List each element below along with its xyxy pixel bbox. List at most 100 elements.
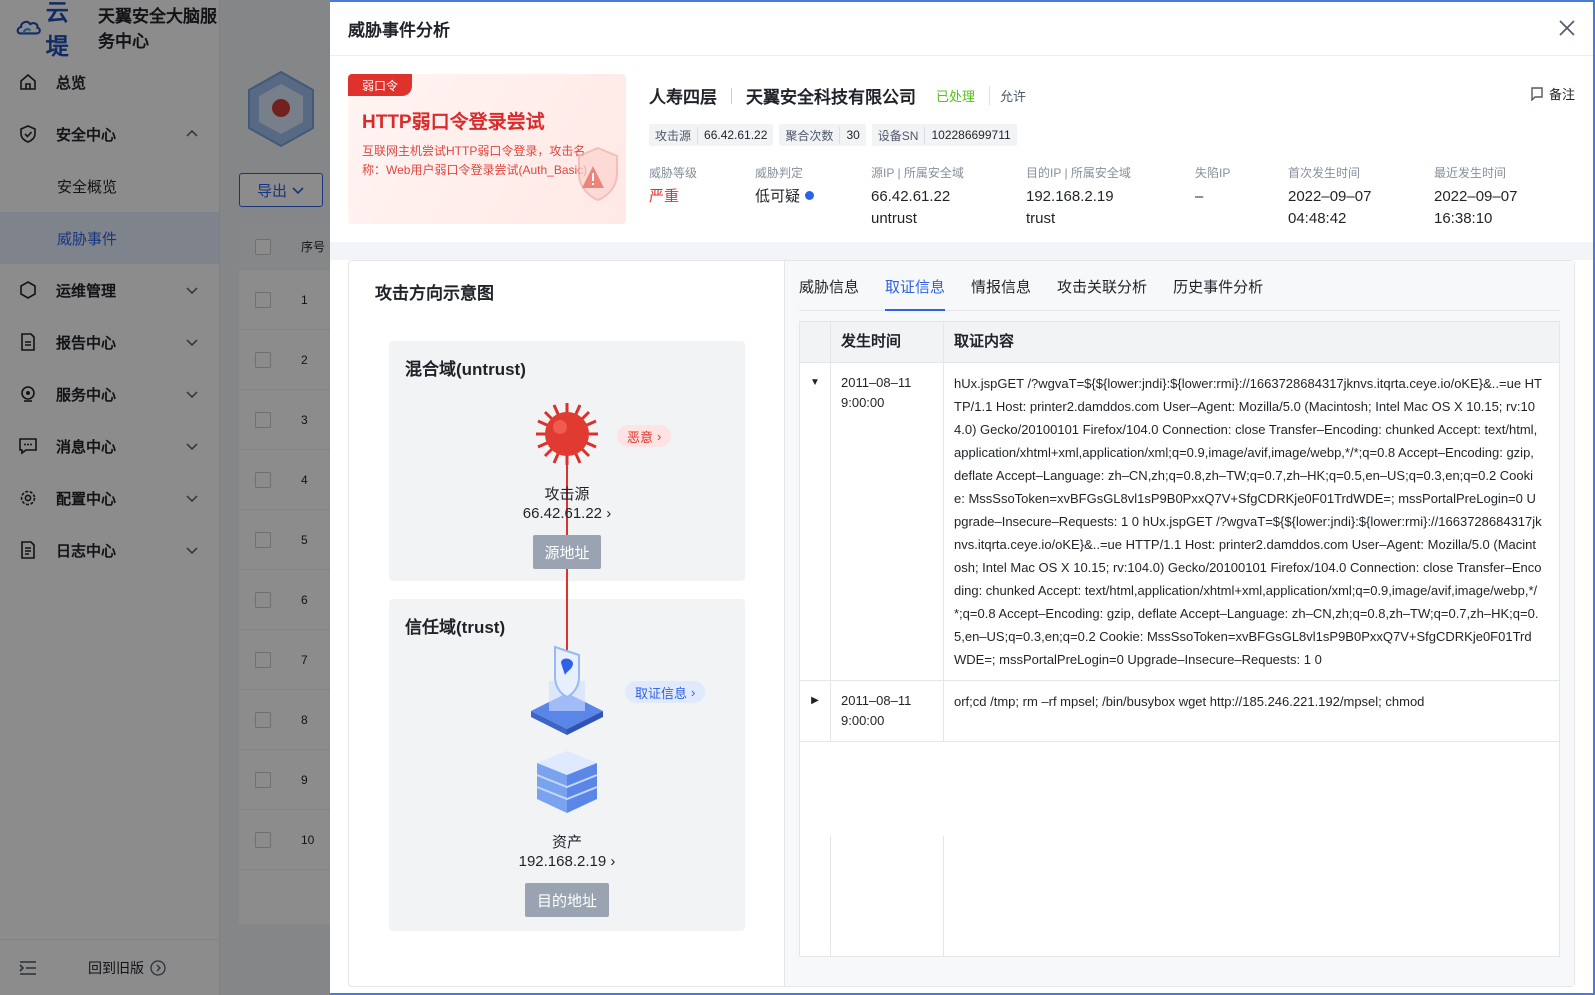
chevron-right-icon: › [610, 853, 616, 870]
asset-server-icon [536, 751, 598, 813]
chip-attack-source: 攻击源 66.42.61.22 [649, 124, 774, 146]
tab-intelligence-info[interactable]: 情报信息 [971, 261, 1031, 310]
field-label: 源IP | 所属安全域 [871, 166, 964, 180]
field-value: 严重 [649, 188, 680, 205]
field-value: 66.42.61.22 untrust [871, 186, 964, 230]
asset-ip: 192.168.2.19 [518, 853, 607, 870]
chevron-right-icon: › [657, 428, 662, 444]
diagram-title: 攻击方向示意图 [375, 284, 494, 303]
drawer-header: 威胁事件分析 [330, 2, 1593, 56]
destination-ip: 192.168.2.19 [1026, 188, 1114, 205]
expand-column-header [800, 322, 830, 362]
event-summary: 弱口令 HTTP弱口令登录尝试 互联网主机尝试HTTP弱口令登录，攻击名称：We… [348, 74, 1593, 244]
table-row: ▶ 2011–08–11 9:00:00 orf;cd /tmp; rm –rf … [800, 680, 1559, 742]
source-ip: 66.42.61.22 [871, 188, 951, 205]
column-header-content: 取证内容 [943, 322, 1559, 362]
destination-zone: trust [1026, 210, 1056, 227]
chip-device-sn: 设备SN 102286699711 [871, 124, 1017, 146]
row-content: orf;cd /tmp; rm –rf mpsel; /bin/busybox … [943, 681, 1559, 741]
tab-attack-correlation[interactable]: 攻击关联分析 [1057, 261, 1147, 310]
tab-evidence-info[interactable]: 取证信息 [885, 261, 946, 311]
filler-cell [830, 836, 943, 956]
attacker-ip-link[interactable]: 66.42.61.22 › [477, 505, 657, 522]
field-value-wrap: 低可疑 [755, 186, 815, 208]
table-row: ▼ 2011–08–11 9:00:00 hUx.jspGET /?wgvaT=$… [800, 362, 1559, 680]
tab-history-events[interactable]: 历史事件分析 [1173, 261, 1263, 310]
field-label: 目的IP | 所属安全域 [1026, 166, 1131, 180]
table-empty-area [800, 836, 1559, 956]
field-label: 威胁判定 [755, 166, 804, 180]
source-address-button[interactable]: 源地址 [533, 535, 601, 569]
malicious-tag[interactable]: 恶意 › [617, 425, 672, 447]
filler-cell [800, 836, 830, 956]
evidence-info-tag[interactable]: 取证信息 › [625, 681, 706, 703]
asset-label: 资产 [551, 834, 582, 851]
threat-type-title: HTTP弱口令登录尝试 [362, 112, 545, 133]
tab-threat-info[interactable]: 威胁信息 [799, 261, 859, 310]
asset-ip-link[interactable]: 192.168.2.19 › [477, 853, 657, 870]
close-icon [1559, 20, 1575, 36]
title-divider [731, 87, 732, 104]
threat-type-description: 互联网主机尝试HTTP弱口令登录，攻击名称：Web用户弱口令登录尝试(Auth_… [362, 144, 588, 177]
expand-row-caret-icon[interactable]: ▶ [800, 681, 830, 741]
field-value: – [1195, 188, 1204, 205]
protection-device-icon [531, 645, 603, 735]
attacker-label: 攻击源 [544, 486, 590, 503]
evidence-info-tag-label: 取证信息 [635, 685, 688, 701]
evidence-table: 发生时间 取证内容 ▼ 2011–08–11 9:00:00 hUx.jspGET… [799, 321, 1560, 957]
field-threat-judgement: 威胁判定 低可疑 [755, 164, 815, 208]
row-time: 2011–08–11 9:00:00 [830, 363, 943, 680]
field-source-ip: 源IP | 所属安全域 66.42.61.22 untrust [871, 164, 964, 230]
evidence-section: 威胁信息 取证信息 情报信息 攻击关联分析 历史事件分析 发生时间 取证内容 ▼… [784, 261, 1574, 986]
org-name: 人寿四层 [649, 88, 717, 107]
company-name: 天翼安全科技有限公司 [746, 88, 916, 107]
attacker-ip: 66.42.61.22 [522, 505, 603, 522]
event-chips: 攻击源 66.42.61.22 聚合次数 30 设备SN 102286699711 [649, 124, 1017, 146]
zone-untrust-title: 混合域(untrust) [405, 360, 526, 379]
action-badge: 允许 [989, 86, 1026, 105]
row-clock: 9:00:00 [841, 713, 885, 728]
chevron-right-icon: › [691, 684, 696, 700]
drawer-title: 威胁事件分析 [348, 21, 450, 40]
first-time: 04:48:42 [1288, 210, 1347, 227]
chip-aggregate-count: 聚合次数 30 [779, 124, 866, 146]
event-fields: 威胁等级 严重 威胁判定 低可疑 源IP | 所属安全域 66.42.61.22… [649, 164, 1569, 227]
section-separator [330, 242, 1593, 260]
threat-analysis-drawer: 威胁事件分析 弱口令 HTTP弱口令登录尝试 互联网主机尝试HTTP弱口令登录，… [330, 0, 1595, 995]
field-destination-ip: 目的IP | 所属安全域 192.168.2.19 trust [1026, 164, 1131, 230]
chip-value: 30 [846, 128, 860, 142]
first-date: 2022–09–07 [1288, 188, 1372, 205]
field-last-time: 最近发生时间 2022–09–07 16:38:10 [1434, 164, 1517, 230]
field-label: 威胁等级 [649, 166, 698, 180]
filler-cell [943, 836, 1559, 956]
field-value: 低可疑 [755, 188, 801, 205]
column-header-time: 发生时间 [830, 322, 943, 362]
threat-type-tag: 弱口令 [348, 74, 413, 96]
field-threat-level: 威胁等级 严重 [649, 164, 697, 208]
warning-shield-icon [578, 146, 618, 202]
source-zone: untrust [871, 210, 917, 227]
note-button[interactable]: 备注 [1530, 84, 1575, 103]
malicious-tag-label: 恶意 [627, 429, 654, 445]
row-time: 2011–08–11 9:00:00 [830, 681, 943, 741]
zone-trust-title: 信任域(trust) [405, 618, 506, 637]
field-compromised-ip: 失陷IP – [1195, 164, 1230, 208]
modal-overlay[interactable] [0, 0, 330, 995]
chip-value: 66.42.61.22 [704, 128, 768, 142]
field-first-time: 首次发生时间 2022–09–07 04:48:42 [1288, 164, 1371, 230]
chip-key: 聚合次数 [779, 126, 841, 144]
field-label: 最近发生时间 [1434, 166, 1507, 180]
collapse-row-caret-icon[interactable]: ▼ [800, 363, 830, 680]
chevron-right-icon: › [606, 505, 612, 522]
chip-key: 设备SN [872, 126, 926, 144]
chip-value: 102286699711 [931, 128, 1011, 142]
virus-icon [536, 403, 598, 465]
destination-address-button[interactable]: 目的地址 [525, 883, 609, 917]
chip-key: 攻击源 [649, 126, 699, 144]
row-date: 2011–08–11 [841, 375, 912, 390]
flag-icon [1531, 86, 1543, 101]
analysis-panel: 攻击方向示意图 混合域(untrust) 信任域(trust) 恶意› 攻击源 [348, 260, 1575, 987]
analysis-tabs: 威胁信息 取证信息 情报信息 攻击关联分析 历史事件分析 [799, 261, 1560, 311]
close-button[interactable] [1555, 16, 1579, 40]
evidence-table-header: 发生时间 取证内容 [800, 322, 1559, 362]
